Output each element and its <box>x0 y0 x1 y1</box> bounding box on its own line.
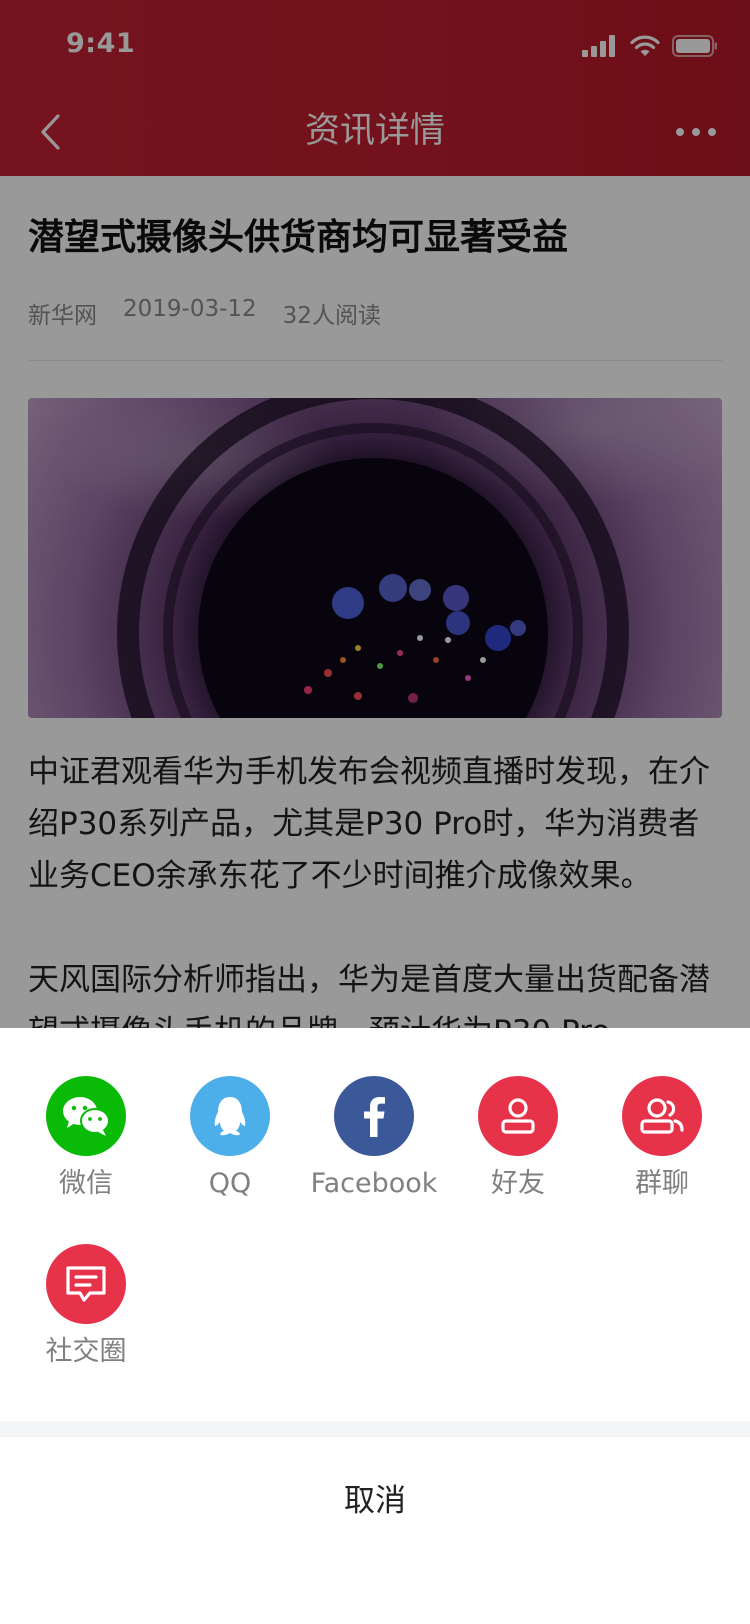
group-icon <box>622 1076 702 1156</box>
share-friend-button[interactable]: 好友 <box>448 1076 588 1202</box>
facebook-icon <box>334 1076 414 1156</box>
message-icon <box>46 1244 126 1324</box>
qq-penguin-icon <box>190 1076 270 1156</box>
share-qq-button[interactable]: QQ <box>160 1076 300 1202</box>
share-label: 好友 <box>491 1168 545 1199</box>
share-label: 微信 <box>59 1168 113 1199</box>
share-social-circle-button[interactable]: 社交圈 <box>16 1244 156 1370</box>
share-wechat-button[interactable]: 微信 <box>16 1076 156 1202</box>
share-label: QQ <box>208 1168 252 1199</box>
sheet-divider <box>0 1421 750 1437</box>
cancel-button[interactable]: 取消 <box>0 1437 750 1557</box>
share-label: 社交圈 <box>45 1336 127 1367</box>
wechat-icon <box>46 1076 126 1156</box>
share-label: 群聊 <box>635 1168 689 1199</box>
share-facebook-button[interactable]: Facebook <box>304 1076 444 1202</box>
share-label: Facebook <box>310 1168 438 1199</box>
share-sheet: 微信 QQ Facebook 好友 群聊 社交圈 取消 <box>0 1028 750 1624</box>
user-icon <box>478 1076 558 1156</box>
share-group-chat-button[interactable]: 群聊 <box>592 1076 732 1202</box>
